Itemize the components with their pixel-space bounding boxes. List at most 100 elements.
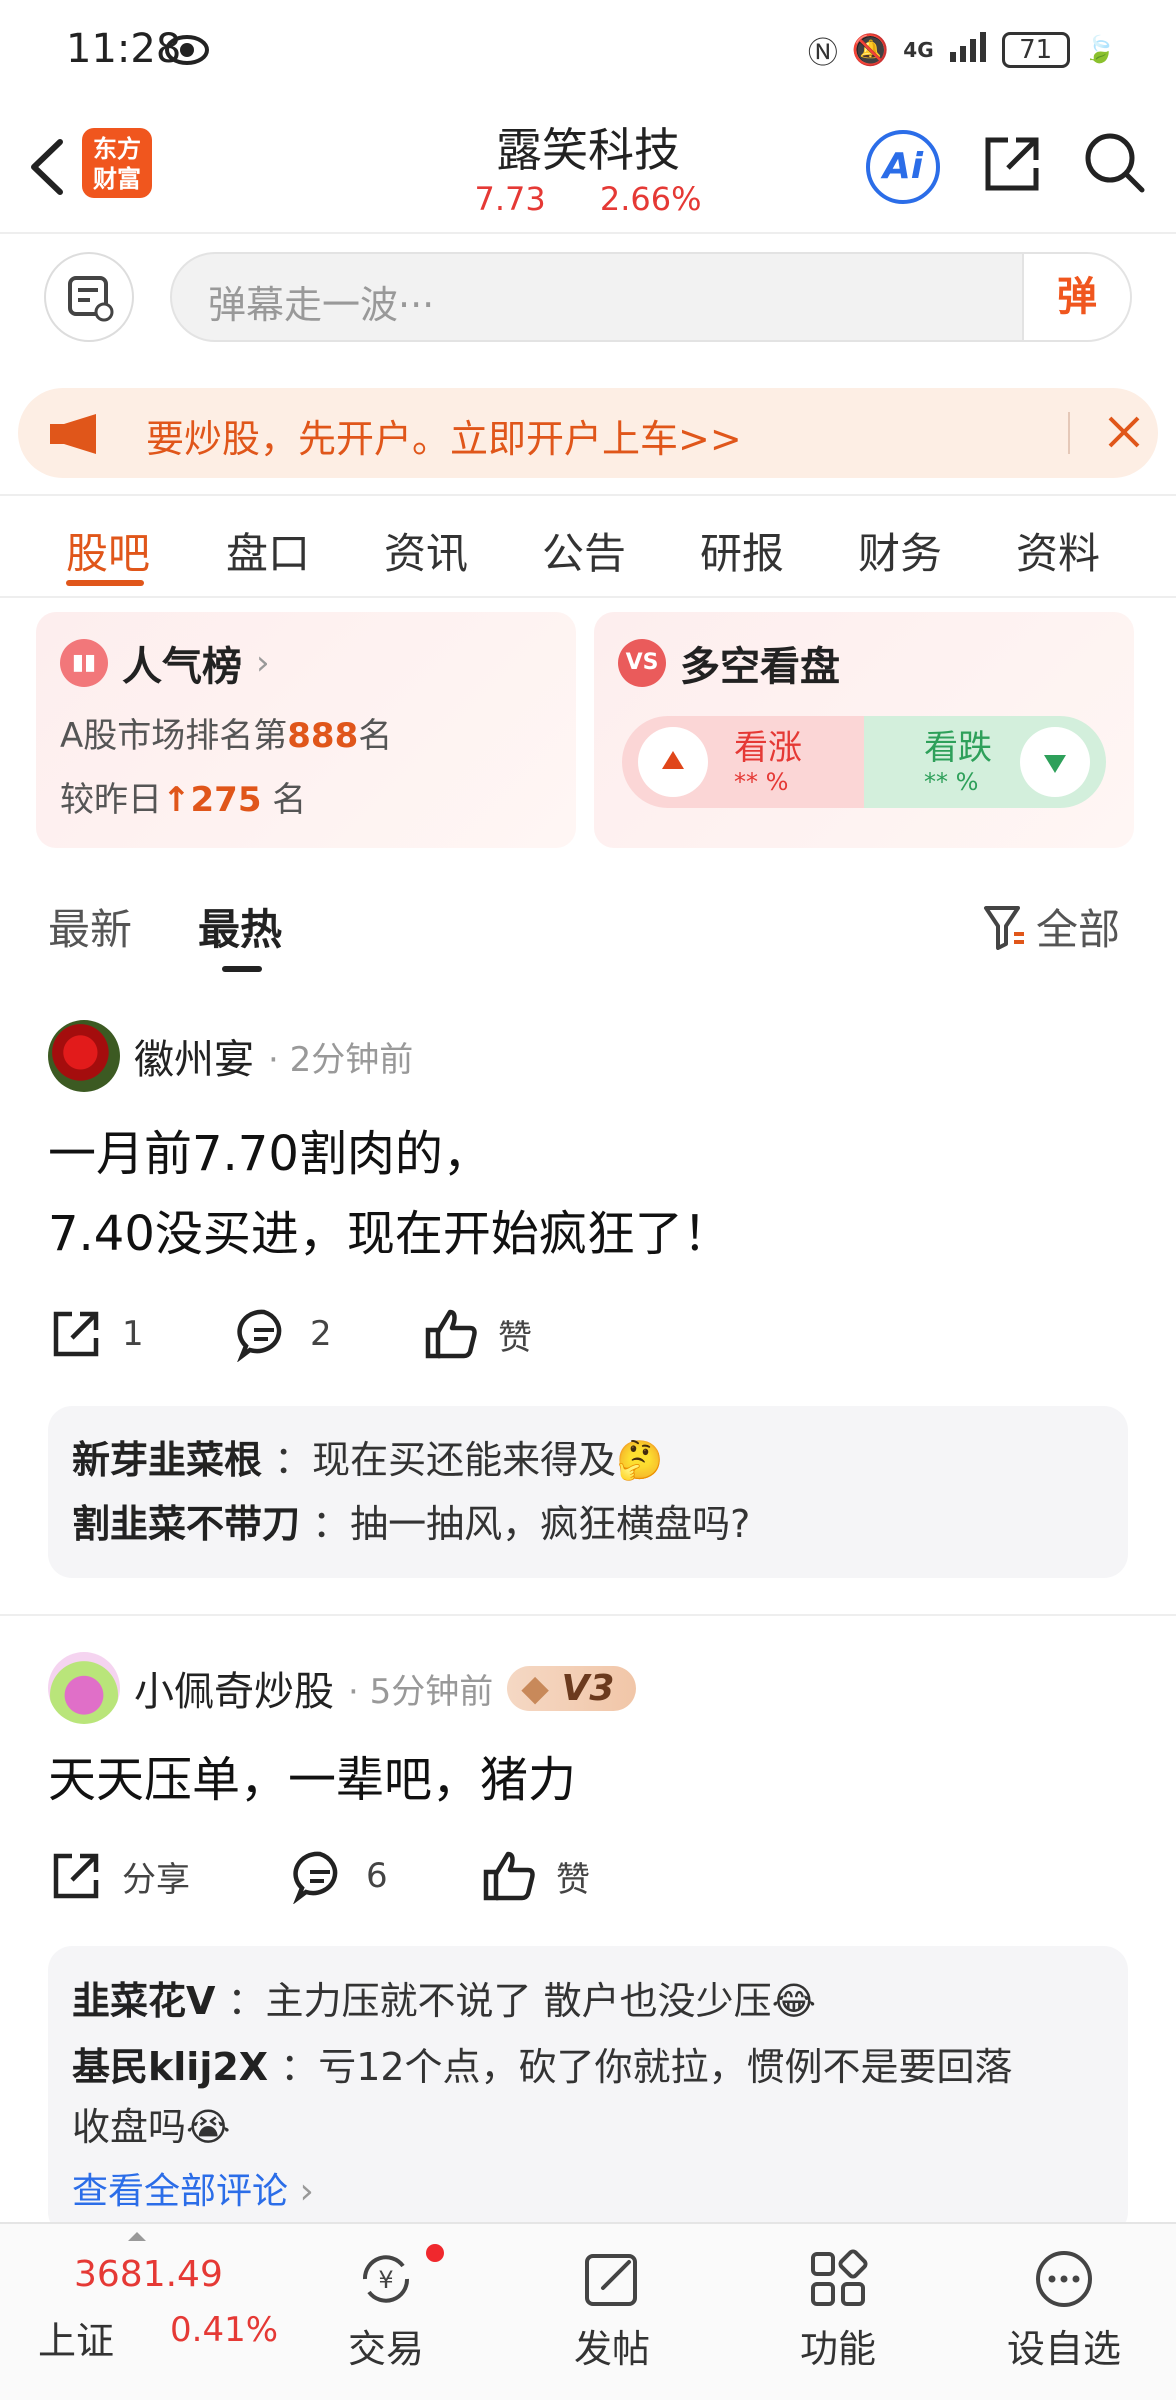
close-icon[interactable] xyxy=(1102,410,1146,454)
vote-down-button[interactable]: 看跌 ** % xyxy=(864,716,1106,808)
filter-indicator xyxy=(222,966,262,972)
post-username[interactable]: 徽州宴 xyxy=(134,1027,254,1085)
share-count: 1 xyxy=(122,1314,144,1354)
danmu-input[interactable]: 弹幕走一波··· 弹 xyxy=(170,252,1132,342)
nav-trade[interactable]: ¥ 交易 xyxy=(326,2244,446,2373)
level-text: V3 xyxy=(561,1667,615,1709)
post-comment-button[interactable]: 6 xyxy=(292,1848,388,1904)
popularity-title: 人气榜 xyxy=(122,644,242,690)
share-icon xyxy=(53,1311,99,1357)
post-share-button[interactable]: 分享 xyxy=(48,1848,190,1904)
share-icon xyxy=(53,1853,99,1899)
avatar[interactable] xyxy=(48,1652,120,1724)
tab-finance[interactable]: 财务 xyxy=(858,520,942,581)
popularity-card[interactable]: ▮▮ 人气榜 › A股市场排名第888名 较昨日↑275 名 xyxy=(36,612,576,848)
banner-text: 要炒股，先开户。立即开户上车>> xyxy=(146,417,742,461)
stock-tabs: 股吧 盘口 资讯 公告 研报 财务 资料 xyxy=(0,494,1176,598)
nav-functions-label: 功能 xyxy=(799,2327,876,2371)
post-comments[interactable]: 新芽韭菜根 ：现在买还能来得及🤔 割韭菜不带刀 ：抽一抽风，疯狂横盘吗? xyxy=(48,1406,1128,1578)
index-pct: 0.41% xyxy=(170,2310,279,2350)
nav-functions[interactable]: 功能 xyxy=(778,2246,898,2373)
vs-icon: VS xyxy=(618,639,666,687)
rank-value: 888 xyxy=(287,716,359,756)
comment-user[interactable]: 韭菜花V xyxy=(72,1979,215,2023)
filter-all-button[interactable]: 全部 xyxy=(982,896,1120,957)
index-widget[interactable]: 3681.49 上证 0.41% xyxy=(0,2224,290,2400)
post-content[interactable]: 一月前7.70割肉的， 7.40没买进，现在开始疯狂了！ xyxy=(48,1114,731,1274)
post-share-button[interactable]: 1 xyxy=(48,1306,144,1362)
filter-latest[interactable]: 最新 xyxy=(48,896,132,957)
nfc-icon: Ⓝ xyxy=(807,36,838,71)
tab-news[interactable]: 资讯 xyxy=(384,520,468,581)
filter-all-label: 全部 xyxy=(1036,905,1121,954)
more-icon xyxy=(1036,2251,1092,2307)
mute-icon: 🔕 xyxy=(851,32,890,68)
tab-research[interactable]: 研报 xyxy=(700,520,784,581)
post-line: 7.40没买进，现在开始疯狂了！ xyxy=(48,1206,731,1262)
rank-suffix: 名 xyxy=(358,716,393,756)
post-username[interactable]: 小佩奇炒股 xyxy=(134,1659,334,1717)
diamond-icon: ◆ xyxy=(521,1667,549,1709)
comment-text: ：亏12个点，砍了你就拉，惯例不是要回落 xyxy=(280,2045,1013,2089)
post-divider xyxy=(0,1614,1176,1616)
avatar[interactable] xyxy=(48,1020,120,1092)
post-comment-button[interactable]: 2 xyxy=(236,1306,332,1362)
edit-icon xyxy=(585,2254,637,2306)
comment-item: 基民klij2X ：亏12个点，砍了你就拉，惯例不是要回落 xyxy=(72,2034,1104,2100)
post-like-button[interactable]: 赞 xyxy=(482,1848,590,1904)
active-tab-indicator xyxy=(66,580,144,586)
comment-count: 6 xyxy=(366,1856,388,1896)
view-all-comments-link[interactable]: 查看全部评论 › xyxy=(72,2162,1104,2214)
post-like-button[interactable]: 赞 xyxy=(424,1306,532,1362)
tab-announcements[interactable]: 公告 xyxy=(542,520,626,581)
vote-down-label: 看跌 xyxy=(924,728,992,768)
comment-text: ：现在买还能来得及🤔 xyxy=(274,1438,664,1482)
post-header: 徽州宴 · 2分钟前 xyxy=(48,1020,413,1092)
vote-up-label: 看涨 xyxy=(734,728,802,768)
grid-icon xyxy=(811,2249,868,2306)
battery-icon: 71 xyxy=(1001,32,1070,68)
danmu-placeholder: 弹幕走一波··· xyxy=(208,283,435,327)
search-icon[interactable] xyxy=(1082,130,1148,196)
vote-up-button[interactable]: 看涨 ** % xyxy=(622,716,864,808)
change-suffix: 名 xyxy=(272,780,307,820)
open-account-banner[interactable]: 要炒股，先开户。立即开户上车>> xyxy=(18,388,1158,478)
stock-price: 7.73 xyxy=(474,180,546,218)
vote-down-value: ** % xyxy=(924,768,979,796)
leaf-icon: 🍃 xyxy=(1083,35,1116,65)
chart-bars-icon: ▮▮ xyxy=(60,639,108,687)
danmu-settings-button[interactable] xyxy=(44,252,134,342)
chevron-right-icon: › xyxy=(299,2171,314,2212)
thumbs-up-icon xyxy=(483,1851,535,1901)
share-icon[interactable] xyxy=(980,132,1044,196)
comment-icon xyxy=(237,1309,282,1362)
danmu-send-button[interactable]: 弹 xyxy=(1022,254,1130,340)
sentiment-vote: 看涨 ** % 看跌 ** % xyxy=(622,716,1106,808)
nav-post[interactable]: 发帖 xyxy=(552,2246,672,2373)
comment-icon xyxy=(293,1851,338,1904)
change-value: 275 xyxy=(190,780,262,820)
change-prefix: 较昨日 xyxy=(60,780,162,820)
nav-add-watchlist[interactable]: 设自选 xyxy=(994,2246,1134,2373)
comment-item-continued: 收盘吗😭 xyxy=(72,2100,1104,2154)
stock-change-pct: 2.66% xyxy=(599,180,702,218)
post-header: 小佩奇炒股 · 5分钟前 ◆ V3 xyxy=(48,1652,637,1724)
comment-user[interactable]: 基民klij2X xyxy=(72,2045,268,2089)
rank-prefix: A股市场排名第 xyxy=(60,716,288,756)
filter-hottest[interactable]: 最热 xyxy=(198,896,282,957)
comment-user[interactable]: 割韭菜不带刀 xyxy=(72,1502,300,1546)
tab-guba[interactable]: 股吧 xyxy=(66,520,150,581)
comment-text: ：主力压就不说了 散户也没少压😂 xyxy=(227,1979,816,2023)
post-line: 天天压单，一辈吧，猪力 xyxy=(48,1752,577,1808)
ai-button[interactable]: Ai xyxy=(866,130,940,204)
chevron-right-icon: › xyxy=(256,643,270,683)
post-comments[interactable]: 韭菜花V ：主力压就不说了 散户也没少压😂 基民klij2X ：亏12个点，砍了… xyxy=(48,1946,1128,2236)
network-label: 4G xyxy=(903,38,934,62)
comment-user[interactable]: 新芽韭菜根 xyxy=(72,1438,262,1482)
tab-profile[interactable]: 资料 xyxy=(1016,520,1100,581)
nav-trade-label: 交易 xyxy=(347,2327,424,2371)
post-content[interactable]: 天天压单，一辈吧，猪力 xyxy=(48,1740,576,1820)
popularity-change: 较昨日↑275 名 xyxy=(60,772,306,821)
eye-icon xyxy=(165,35,209,65)
tab-pankou[interactable]: 盘口 xyxy=(226,520,310,581)
